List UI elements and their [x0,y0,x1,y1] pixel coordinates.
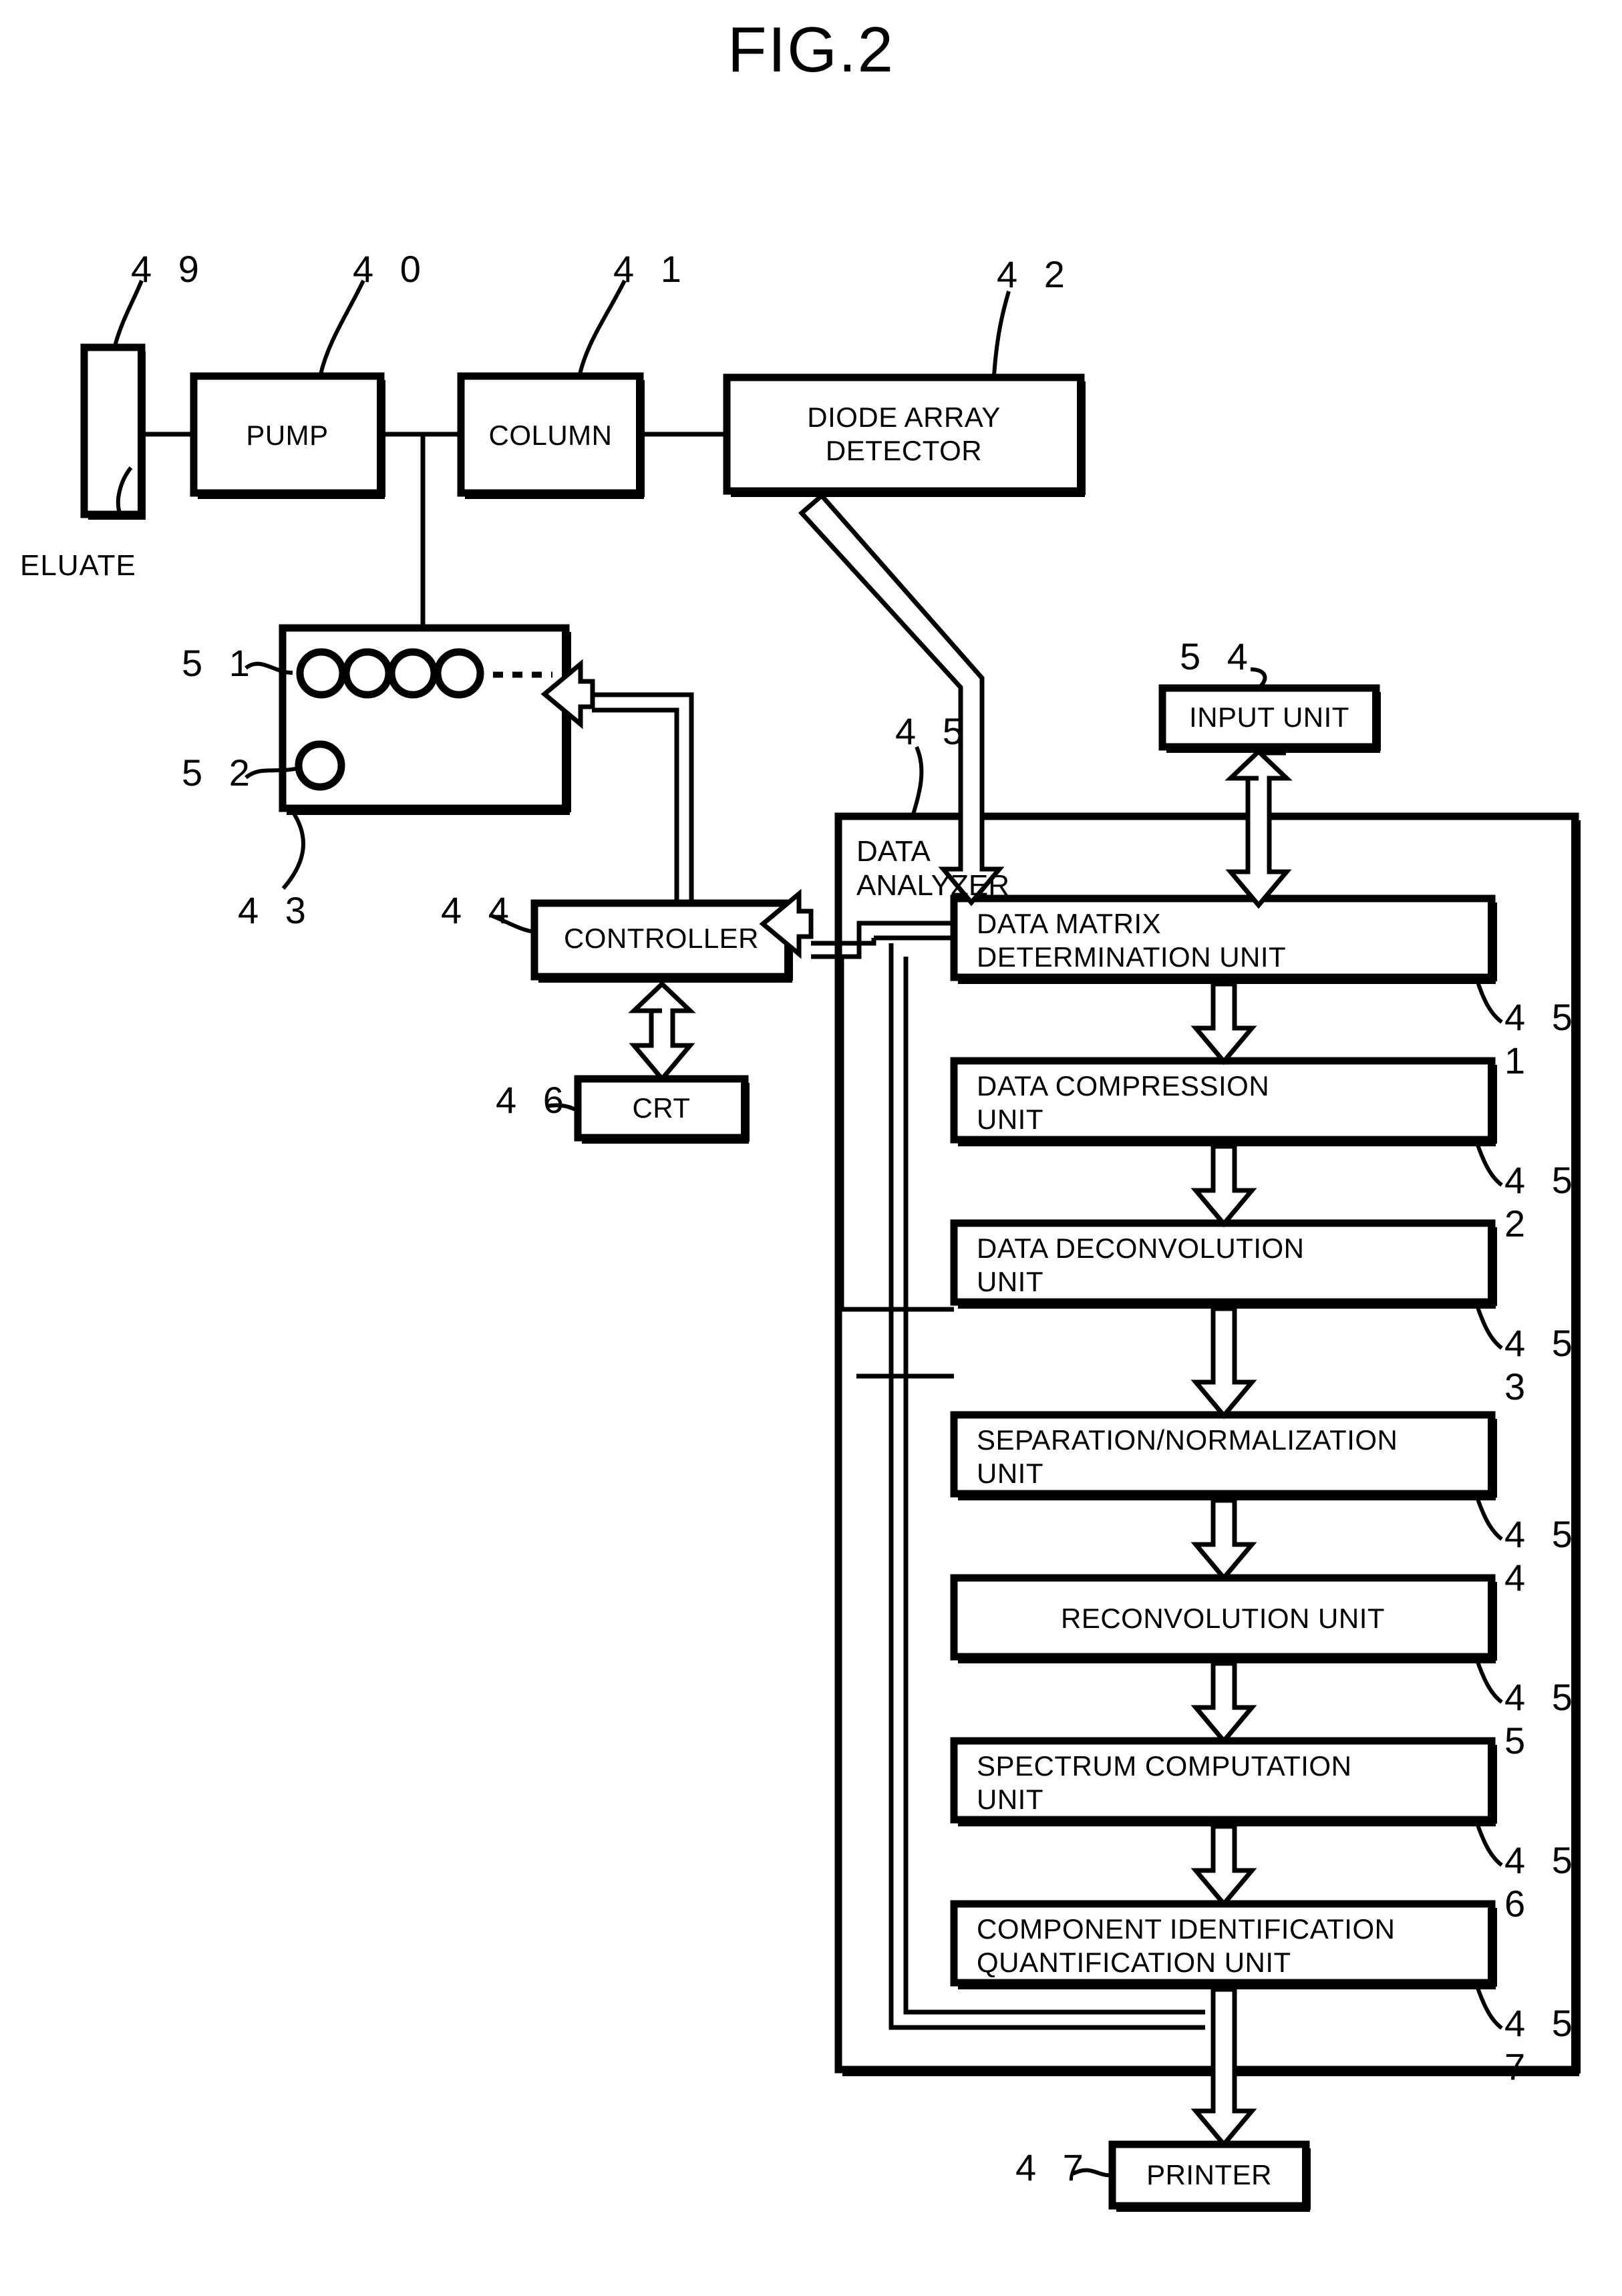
ref-numeral-456: 4 5 6 [1504,1839,1581,1925]
data-analyzer-label: DATA ANALYZER [856,835,1010,902]
ref-numeral-52: 5 2 [182,752,258,794]
ref-numeral-51: 5 1 [182,642,258,684]
ref-numeral-453: 4 5 3 [1504,1322,1581,1408]
ref-numeral-44: 4 4 [441,889,517,931]
diagram-artwork [80,279,1581,2212]
ref-numeral-54: 5 4 [1180,635,1256,677]
ref-numeral-452: 4 5 2 [1504,1159,1581,1245]
ref-numeral-41: 4 1 [613,248,689,290]
ref-numeral-45: 4 5 [895,710,971,752]
ref-numeral-43: 4 3 [238,889,314,931]
ref-numeral-40: 4 0 [353,248,429,290]
ref-numeral-457: 4 5 7 [1504,2002,1581,2088]
ref-numeral-451: 4 5 1 [1504,996,1581,1082]
ref-numeral-47: 4 7 [1015,2146,1092,2188]
ref-numeral-49: 4 9 [131,248,207,290]
ref-numeral-46: 4 6 [496,1079,572,1121]
eluate-caption: ELUATE [20,549,136,582]
ref-numeral-42: 4 2 [997,253,1073,295]
figure-canvas: FIG.2 PUMP COLUMN DIODE ARRAY DETECTOR C… [0,0,1622,2296]
ref-numeral-455: 4 5 5 [1504,1676,1581,1762]
ref-numeral-454: 4 5 4 [1504,1513,1581,1599]
